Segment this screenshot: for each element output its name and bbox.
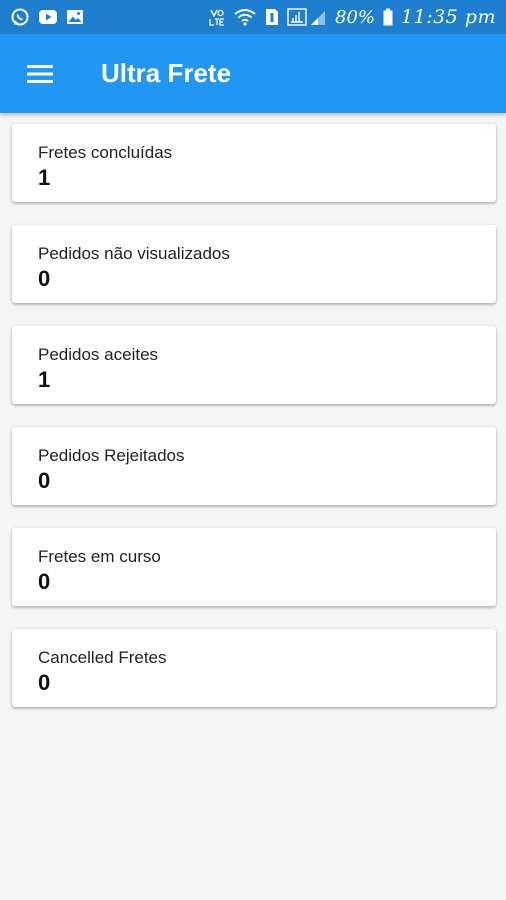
youtube-icon [38,9,58,25]
card-value: 1 [38,367,51,392]
battery-icon [383,8,393,26]
gallery-icon [66,9,84,25]
clock: 11:35 pm [401,6,496,28]
card-fretes-concluidas[interactable]: Fretes concluídas 1 [12,124,496,202]
sim-icon [265,8,279,26]
volte-icon [209,8,225,26]
menu-button[interactable] [0,34,80,113]
card-fretes-em-curso[interactable]: Fretes em curso 0 [12,528,496,606]
card-label: Fretes em curso [38,547,161,566]
app-bar: Ultra Frete [0,34,506,113]
system-status: 80% 11:35 pm [209,6,496,28]
card-value: 0 [38,266,51,291]
card-cancelled-fretes[interactable]: Cancelled Fretes 0 [12,629,496,707]
card-pedidos-nao-visualizados[interactable]: Pedidos não visualizados 0 [12,225,496,303]
app-title: Ultra Frete [101,58,232,88]
card-pedidos-rejeitados[interactable]: Pedidos Rejeitados 0 [12,427,496,505]
status-bar: 80% 11:35 pm [0,0,506,34]
card-label: Pedidos Rejeitados [38,446,185,465]
hamburger-menu-icon[interactable] [27,64,53,84]
notification-icons [10,7,84,27]
card-label: Pedidos não visualizados [38,244,230,263]
card-label: Cancelled Fretes [38,648,167,667]
battery-percent: 80% [335,6,376,28]
card-value: 0 [38,670,51,695]
signal-icon [287,8,327,26]
card-value: 0 [38,569,51,594]
card-label: Fretes concluídas [38,143,173,162]
card-value: 1 [38,165,51,190]
card-label: Pedidos aceites [38,345,159,364]
wifi-icon [233,8,257,26]
stats-card-list: Fretes concluídas 1 Pedidos não visualiz… [12,124,496,730]
card-value: 0 [38,468,51,493]
card-pedidos-aceites[interactable]: Pedidos aceites 1 [12,326,496,404]
whatsapp-icon [10,7,30,27]
